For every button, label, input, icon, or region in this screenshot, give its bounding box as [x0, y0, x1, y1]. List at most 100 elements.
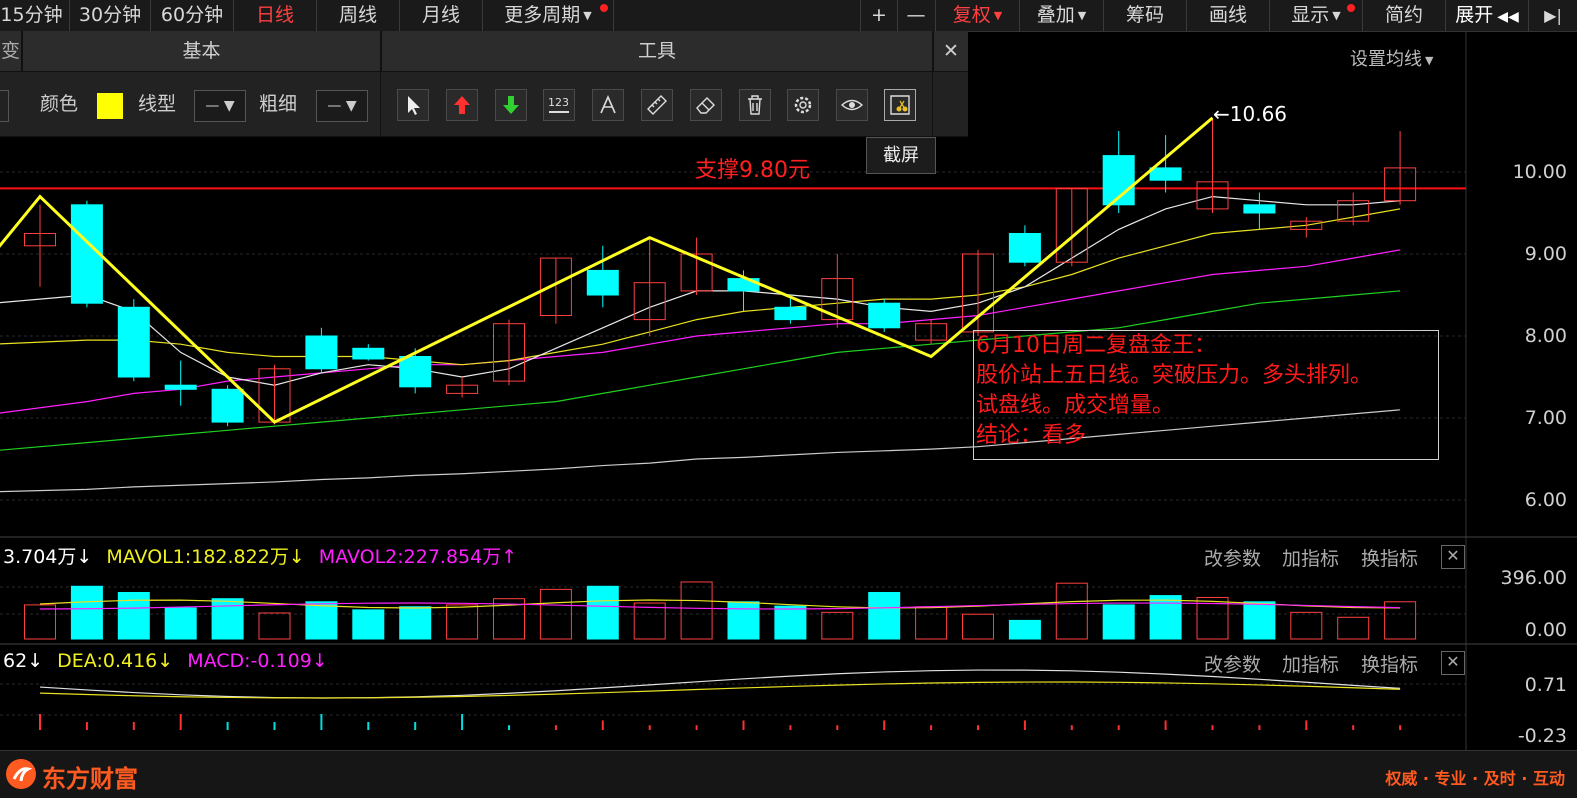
- volume-bar: [305, 601, 338, 640]
- volume-bar: [117, 592, 150, 640]
- close-icon: ✕: [1446, 546, 1460, 565]
- mavol1-line: [39, 599, 1401, 609]
- thickness-select[interactable]: — ▼: [316, 90, 368, 122]
- down-arrow-tool-button[interactable]: [495, 89, 527, 121]
- arrow-left-icon: ←: [1213, 102, 1230, 126]
- y-tick-label: 9.00: [1524, 243, 1567, 265]
- high-price-value: 10.66: [1229, 102, 1288, 126]
- volume-bar: [70, 585, 103, 640]
- screenshot-tooltip: 截屏: [866, 137, 936, 174]
- mavol1-value: MAVOL1:182.822万: [106, 546, 289, 568]
- arrow-down-icon: ↓: [157, 650, 174, 672]
- candle-body: [1008, 233, 1041, 263]
- volume-bar: [962, 613, 994, 640]
- volume-bar: [399, 606, 432, 640]
- arrow-down-icon: ↓: [311, 650, 328, 672]
- eraser-tool-button[interactable]: [690, 89, 722, 121]
- volume-bar: [164, 607, 197, 640]
- candle-body: [352, 347, 385, 360]
- vol-add-indicator-button[interactable]: 加指标: [1282, 544, 1339, 571]
- candle-body: [868, 302, 901, 329]
- close-icon: ✕: [1446, 652, 1460, 671]
- ma-setting-button[interactable]: 设置均线 ▼: [1350, 45, 1433, 71]
- number-tool-button[interactable]: 123: [543, 89, 575, 121]
- candle-body: [1243, 204, 1276, 214]
- color-label: 颜色: [40, 93, 79, 115]
- macd-swap-indicator-button[interactable]: 换指标: [1361, 650, 1418, 677]
- candle-body: [305, 335, 338, 370]
- note-line: 6月10日周二复盘金王：: [976, 333, 1216, 358]
- stub-dropdown[interactable]: [0, 90, 9, 122]
- panel-close-button[interactable]: ✕: [934, 31, 968, 72]
- volume-bar: [1055, 582, 1088, 640]
- screenshot-tool-button[interactable]: [884, 89, 916, 121]
- volume-bar: [633, 602, 666, 640]
- high-price-label: ←10.66: [1213, 102, 1287, 126]
- up-arrow-tool-button[interactable]: [446, 89, 478, 121]
- svg-text:123: 123: [548, 96, 569, 109]
- note-line: 试盘线。成交增量。: [976, 393, 1175, 418]
- volume-bar: [774, 605, 807, 640]
- volume-bar: [446, 604, 479, 640]
- color-swatch[interactable]: [97, 93, 123, 119]
- brand-bar: 东方财富 权威 · 专业 · 及时 · 互动: [0, 750, 1577, 798]
- volume-bar: [1149, 595, 1182, 640]
- thickness-label: 粗细: [259, 93, 298, 115]
- ruler-tool-button[interactable]: [641, 89, 673, 121]
- panel-divider: [932, 71, 933, 136]
- macd-change-params-button[interactable]: 改参数: [1204, 650, 1261, 677]
- y-tick-label: 7.00: [1524, 407, 1567, 429]
- eraser-icon: [696, 97, 715, 114]
- screenshot-icon: [890, 95, 910, 115]
- analysis-note-box[interactable]: 6月10日周二复盘金王： 股价站上五日线。突破压力。多头排列。 试盘线。成交增量…: [973, 330, 1439, 460]
- note-line: 结论：看多: [976, 423, 1087, 448]
- volume-bar: [352, 609, 385, 640]
- macd-close-button[interactable]: ✕: [1441, 651, 1465, 675]
- panel-stub-label: 变: [0, 31, 23, 72]
- panel-divider: [380, 71, 381, 136]
- diff-value: 62: [3, 650, 28, 672]
- linetype-label: 线型: [138, 93, 177, 115]
- caret-down-icon: ▼: [1425, 53, 1434, 67]
- dea-value: DEA:0.416: [57, 650, 158, 672]
- pointer-tool-button[interactable]: [397, 89, 429, 121]
- mavol2-line: [39, 602, 1401, 610]
- y-tick-label: 6.00: [1524, 489, 1567, 511]
- text-tool-button[interactable]: [592, 89, 624, 121]
- ruler-icon: [647, 95, 667, 115]
- candle-body: [774, 306, 807, 321]
- y-tick-label: 8.00: [1524, 325, 1567, 347]
- volume-value: 3.704万: [3, 546, 77, 568]
- volume-bar: [915, 606, 948, 640]
- visibility-tool-button[interactable]: [836, 89, 868, 121]
- support-label: 支撑9.80元: [695, 158, 810, 183]
- candle-body: [1149, 167, 1182, 181]
- vol-swap-indicator-button[interactable]: 换指标: [1361, 544, 1418, 571]
- eye-icon: [840, 99, 864, 111]
- macd-add-indicator-button[interactable]: 加指标: [1282, 650, 1339, 677]
- volume-bar: [868, 592, 901, 640]
- note-line: 股价站上五日线。突破压力。多头排列。: [976, 363, 1373, 388]
- macd-y-tick-label: 0.71: [1524, 674, 1567, 696]
- number-123-icon: 123: [548, 96, 569, 113]
- settings-tool-button[interactable]: [787, 89, 819, 121]
- y-tick-label: 10.00: [1512, 161, 1567, 183]
- drawing-tool-panel: 变 基本 工具 ✕: [0, 31, 968, 137]
- text-a-icon: [600, 95, 616, 114]
- vol-close-button[interactable]: ✕: [1441, 545, 1465, 569]
- macd-legend: 62↓ DEA:0.416↓ MACD:-0.109↓: [3, 650, 328, 672]
- brand-name: 东方财富: [42, 765, 138, 793]
- volume-bar: [1008, 619, 1041, 640]
- delete-tool-button[interactable]: [739, 89, 771, 121]
- arrow-down-icon: ↓: [76, 546, 93, 568]
- volume-bar: [1243, 601, 1276, 640]
- down-arrow-icon: [503, 96, 519, 114]
- linetype-select[interactable]: — ▼: [194, 90, 246, 122]
- pointer-icon: [408, 96, 420, 115]
- logo-icon: [6, 759, 36, 789]
- candle-body: [399, 356, 432, 388]
- candle-body: [211, 388, 244, 423]
- volume-bar: [1102, 604, 1135, 640]
- up-arrow-icon: [454, 96, 470, 114]
- vol-change-params-button[interactable]: 改参数: [1204, 544, 1261, 571]
